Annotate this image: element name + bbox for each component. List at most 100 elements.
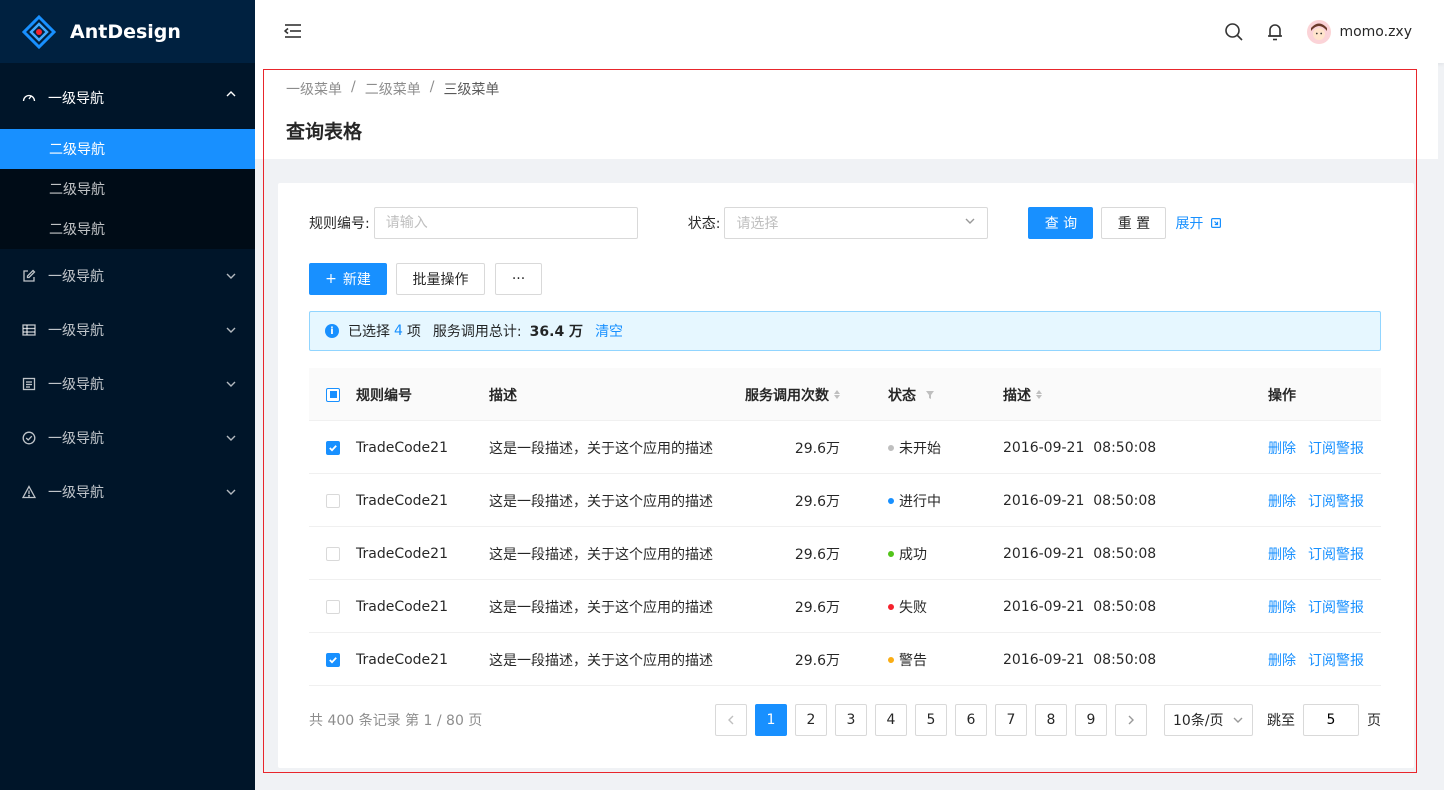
cell-calls: 29.6万 — [794, 599, 840, 616]
query-button[interactable]: 查 询 — [1028, 207, 1094, 239]
sidebar-item-label: 一级导航 — [48, 377, 104, 393]
chevron-down-icon — [964, 215, 976, 231]
warning-icon — [22, 485, 36, 499]
cell-actions: 删除 订阅警报 — [1268, 633, 1376, 686]
pagination-total: 共 400 条记录 第 1 / 80 页 — [309, 713, 483, 729]
page-7-button[interactable]: 7 — [995, 704, 1027, 736]
subscribe-alert-link[interactable]: 订阅警报 — [1308, 438, 1364, 458]
subscribe-alert-link[interactable]: 订阅警报 — [1308, 650, 1364, 670]
antdesign-logo-icon — [21, 14, 57, 49]
sidebar-subitem-0[interactable]: 二级导航 — [0, 129, 255, 169]
jump-page-input[interactable] — [1303, 704, 1359, 736]
status-text: 警告 — [899, 652, 927, 669]
sidebar-item-3[interactable]: 一级导航 — [0, 357, 255, 411]
cell-time: 2016-09-21 08:50:08 — [1003, 598, 1157, 615]
page-size-select[interactable]: 10条/页 — [1164, 704, 1253, 736]
page-1-button[interactable]: 1 — [755, 704, 787, 736]
page-3-button[interactable]: 3 — [835, 704, 867, 736]
cell-code: TradeCode21 — [356, 598, 448, 615]
row-checkbox[interactable] — [326, 652, 340, 667]
delete-link[interactable]: 删除 — [1268, 650, 1296, 670]
logo[interactable]: AntDesign — [0, 0, 255, 63]
delete-link[interactable]: 删除 — [1268, 597, 1296, 617]
row-checkbox[interactable] — [326, 599, 340, 614]
cell-calls: 29.6万 — [794, 440, 840, 457]
page-9-button[interactable]: 9 — [1075, 704, 1107, 736]
sidebar-item-1[interactable]: 一级导航 — [0, 249, 255, 303]
cell-code: TradeCode21 — [356, 545, 448, 562]
page-4-button[interactable]: 4 — [875, 704, 907, 736]
alert-unit: 项 — [406, 324, 421, 340]
cell-actions: 删除 订阅警报 — [1268, 580, 1376, 633]
edit-icon — [22, 269, 36, 283]
delete-link[interactable]: 删除 — [1268, 491, 1296, 511]
top-header: momo.zxy — [255, 0, 1444, 63]
next-page-button[interactable] — [1115, 704, 1147, 736]
new-button[interactable]: + 新建 — [309, 263, 387, 295]
search-icon[interactable] — [1224, 22, 1244, 42]
sidebar-item-5[interactable]: 一级导航 — [0, 465, 255, 519]
status-dot — [888, 603, 894, 610]
delete-link[interactable]: 删除 — [1268, 544, 1296, 564]
sidebar-item-2[interactable]: 一级导航 — [0, 303, 255, 357]
filter-form: 规则编号: 状态: 请选择 查 询 重 置 展开 — [309, 207, 1222, 239]
more-button[interactable]: ··· — [495, 263, 542, 295]
subscribe-alert-link[interactable]: 订阅警报 — [1308, 544, 1364, 564]
cell-calls: 29.6万 — [794, 493, 840, 510]
status-text: 未开始 — [899, 440, 941, 457]
page-6-button[interactable]: 6 — [955, 704, 987, 736]
clear-selection-link[interactable]: 清空 — [595, 321, 623, 341]
sidebar-subitem-2[interactable]: 二级导航 — [0, 209, 255, 249]
sidebar-item-label: 一级导航 — [48, 91, 104, 107]
chevron-down-icon — [225, 486, 237, 498]
sidebar-item-4[interactable]: 一级导航 — [0, 411, 255, 465]
batch-operation-button[interactable]: 批量操作 — [396, 263, 485, 295]
breadcrumb-item-1[interactable]: 二级菜单 — [365, 79, 421, 99]
page-2-button[interactable]: 2 — [795, 704, 827, 736]
sidebar-subitem-1[interactable]: 二级导航 — [0, 169, 255, 209]
cell-time: 2016-09-21 08:50:08 — [1003, 651, 1157, 668]
row-checkbox[interactable] — [326, 546, 340, 561]
selected-count: 4 — [394, 323, 403, 339]
row-checkbox[interactable] — [326, 493, 340, 508]
pagination: 共 400 条记录 第 1 / 80 页 123456789 10条/页 跳至 页 — [309, 704, 1381, 736]
column-header-status[interactable]: 状态 — [888, 368, 934, 421]
column-header-calls[interactable]: 服务调用次数 — [745, 368, 840, 421]
subscribe-alert-link[interactable]: 订阅警报 — [1308, 597, 1364, 617]
cell-status: 成功 — [888, 527, 927, 580]
chevron-up-icon — [225, 88, 237, 100]
filter-icon — [926, 390, 934, 399]
page-title: 查询表格 — [286, 121, 363, 143]
total-calls-value: 36.4 万 — [529, 324, 584, 340]
chevron-down-icon — [225, 324, 237, 336]
expand-link[interactable]: 展开 — [1175, 213, 1222, 233]
user-name[interactable]: momo.zxy — [1339, 24, 1412, 40]
cell-desc: 这是一段描述，关于这个应用的描述 — [489, 652, 713, 669]
cell-actions: 删除 订阅警报 — [1268, 474, 1376, 527]
jump-suffix: 页 — [1367, 713, 1381, 729]
select-all-checkbox[interactable] — [326, 387, 340, 402]
column-header-time[interactable]: 描述 — [1003, 368, 1042, 421]
delete-link[interactable]: 删除 — [1268, 438, 1296, 458]
page-5-button[interactable]: 5 — [915, 704, 947, 736]
table-row: TradeCode21 这是一段描述，关于这个应用的描述 29.6万 进行中 2016-… — [309, 474, 1381, 527]
reset-button[interactable]: 重 置 — [1101, 207, 1167, 239]
status-dot — [888, 550, 894, 557]
rule-number-input[interactable] — [373, 207, 638, 239]
row-checkbox[interactable] — [326, 440, 340, 455]
prev-page-button[interactable] — [715, 704, 747, 736]
page-8-button[interactable]: 8 — [1035, 704, 1067, 736]
avatar[interactable] — [1307, 19, 1332, 44]
chevron-down-icon — [225, 378, 237, 390]
sidebar-item-label: 一级导航 — [48, 323, 104, 339]
menu-fold-icon[interactable] — [283, 21, 303, 41]
rules-table: 规则编号 描述 服务调用次数 状态 描述 操作 TradeCode21 这是一段描… — [309, 368, 1381, 686]
subscribe-alert-link[interactable]: 订阅警报 — [1308, 491, 1364, 511]
sidebar-item-0[interactable]: 一级导航 — [0, 67, 255, 129]
chevron-down-icon — [1232, 714, 1244, 726]
pagination-pages: 123456789 10条/页 跳至 页 — [715, 704, 1381, 736]
breadcrumb-item-0[interactable]: 一级菜单 — [286, 79, 342, 99]
status-select[interactable]: 请选择 — [724, 207, 989, 239]
bell-icon[interactable] — [1265, 22, 1285, 42]
status-select-placeholder: 请选择 — [736, 216, 779, 232]
